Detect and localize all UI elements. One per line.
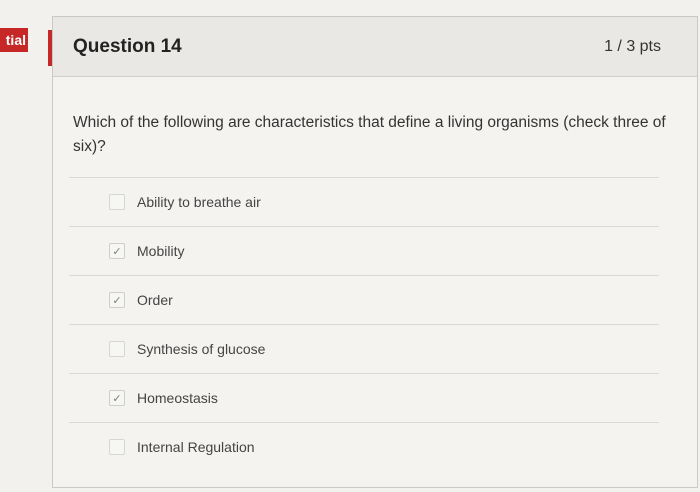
answer-option[interactable]: ✓ Order xyxy=(69,275,659,324)
answer-option[interactable]: Synthesis of glucose xyxy=(69,324,659,373)
answer-label: Internal Regulation xyxy=(137,439,255,455)
question-points: 1 / 3 pts xyxy=(604,37,661,55)
answer-option[interactable]: Internal Regulation xyxy=(69,422,659,471)
answer-label: Order xyxy=(137,292,173,308)
answer-checkbox[interactable] xyxy=(109,439,125,455)
answer-checkbox[interactable] xyxy=(109,194,125,210)
answer-checkbox-checked[interactable]: ✓ xyxy=(109,292,125,308)
answer-checkbox[interactable] xyxy=(109,341,125,357)
answer-label: Mobility xyxy=(137,243,185,259)
answer-list: Ability to breathe air ✓ Mobility ✓ Orde… xyxy=(69,177,659,471)
side-tab[interactable]: tial xyxy=(0,28,28,52)
question-title: Question 14 xyxy=(73,35,182,57)
answer-checkbox-checked[interactable]: ✓ xyxy=(109,390,125,406)
answer-option[interactable]: ✓ Homeostasis xyxy=(69,373,659,422)
question-text: Which of the following are characteristi… xyxy=(73,114,666,155)
answer-label: Homeostasis xyxy=(137,390,218,406)
answer-label: Synthesis of glucose xyxy=(137,341,266,357)
side-tab-label: tial xyxy=(5,32,26,48)
answer-option[interactable]: ✓ Mobility xyxy=(69,226,659,275)
answer-checkbox-checked[interactable]: ✓ xyxy=(109,243,125,259)
question-header: Question 14 1 / 3 pts xyxy=(53,17,697,77)
question-card: Question 14 1 / 3 pts Which of the follo… xyxy=(52,16,698,488)
answer-option[interactable]: Ability to breathe air xyxy=(69,177,659,226)
answer-label: Ability to breathe air xyxy=(137,194,261,210)
